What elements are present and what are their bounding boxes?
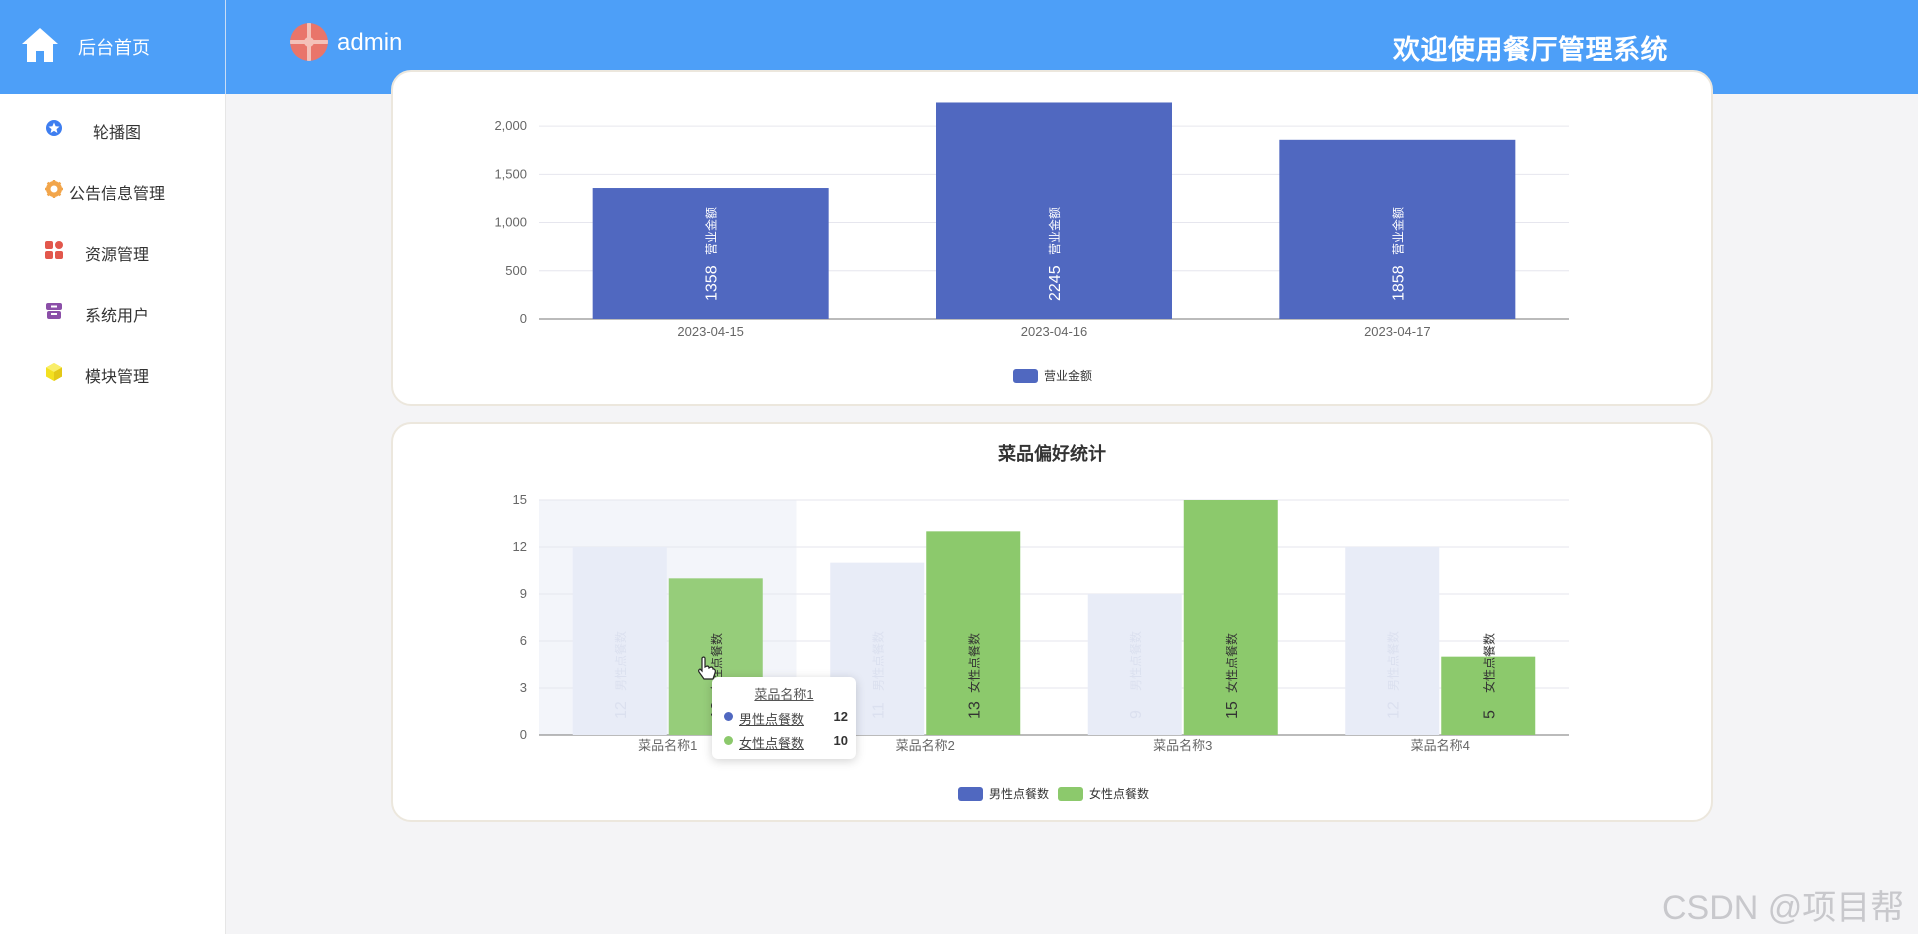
y-tick-label: 0 (520, 311, 527, 326)
x-tick-label: 2023-04-16 (1021, 324, 1088, 339)
x-tick-label: 2023-04-15 (677, 324, 744, 339)
sidebar-item-label: 模块管理 (85, 369, 150, 386)
y-tick-label: 3 (520, 680, 527, 695)
home-icon (22, 28, 58, 62)
avatar[interactable] (290, 23, 328, 61)
y-tick-label: 500 (505, 263, 527, 278)
bar-series-label: 女性点餐数 (1481, 633, 1496, 693)
home-link[interactable]: 后台首页 (0, 0, 226, 94)
sidebar-item-resources[interactable]: 资源管理 (0, 231, 225, 271)
chart-tooltip: 菜品名称1 男性点餐数 12 女性点餐数 10 (712, 677, 856, 759)
y-tick-label: 1,500 (494, 166, 527, 181)
bar-label-group: 1358 营业金额 (704, 207, 721, 301)
x-tick-label: 菜品名称3 (1153, 738, 1212, 753)
legend-label: 女性点餐数 (1089, 786, 1149, 801)
bar-value-label: 11 (870, 702, 887, 719)
y-tick-label: 6 (520, 633, 527, 648)
legend-swatch (1013, 369, 1038, 383)
bar-label-group: 13 女性点餐数 (966, 633, 983, 719)
star-badge-icon (46, 120, 62, 136)
x-tick-label: 菜品名称4 (1411, 738, 1470, 753)
tooltip-series-value: 10 (833, 733, 848, 748)
y-tick-label: 1,000 (494, 215, 527, 230)
bar-value-label: 5 (1481, 710, 1498, 719)
bar-series-label: 女性点餐数 (1224, 633, 1239, 693)
legend-label: 男性点餐数 (989, 786, 1049, 801)
legend-swatch (1058, 787, 1083, 801)
y-tick-label: 15 (513, 492, 527, 507)
y-tick-label: 0 (520, 727, 527, 742)
y-tick-label: 2,000 (494, 118, 527, 133)
chart-title: 菜品偏好统计 (997, 443, 1106, 464)
bar-series-label: 男性点餐数 (613, 631, 628, 691)
username[interactable]: admin (337, 29, 402, 57)
grid-icon (45, 241, 63, 259)
watermark: CSDN @项目帮 (1662, 889, 1905, 927)
sidebar-item-label: 系统用户 (85, 308, 150, 325)
x-tick-label: 菜品名称2 (896, 738, 955, 753)
bar-value-label: 1358 (704, 265, 721, 301)
x-tick-label: 2023-04-17 (1364, 324, 1431, 339)
sidebar-item-modules[interactable]: 模块管理 (0, 353, 225, 393)
dish-preference-bar-chart: 菜品偏好统计0369121512男性点餐数10女性点餐数菜品名称111男性点餐数… (513, 443, 1569, 801)
tooltip-series-value: 12 (833, 709, 848, 724)
dish-preference-chart-card: 菜品偏好统计0369121512男性点餐数10女性点餐数菜品名称111男性点餐数… (391, 422, 1713, 822)
bar-value-label: 9 (1128, 710, 1145, 719)
female-orders-bar (1183, 500, 1278, 735)
sidebar-item-label: 资源管理 (85, 247, 150, 264)
sidebar-item-label: 公告信息管理 (69, 186, 166, 203)
bar-value-label: 1858 (1390, 265, 1407, 301)
sidebar-item-users[interactable]: 系统用户 (0, 292, 225, 332)
bar-value-label: 12 (1385, 701, 1402, 719)
tooltip-row: 男性点餐数 12 (724, 707, 848, 727)
bar-label-group: 2245 营业金额 (1047, 207, 1064, 301)
bar-value-label: 2245 (1047, 265, 1064, 301)
bar-label-group: 15 女性点餐数 (1224, 633, 1241, 719)
revenue-bar-chart: 0 500 1,000 1,500 2,000 2023-04-15 1358 营业金额 202… (494, 102, 1569, 383)
series-dot-icon (724, 712, 733, 721)
avatar-icon (290, 23, 328, 61)
sidebar-item-carousel[interactable]: 轮播图 (0, 109, 225, 149)
tooltip-series-name: 男性点餐数 (739, 712, 805, 727)
cube-icon (46, 363, 62, 381)
revenue-chart-card: 0 500 1,000 1,500 2,000 2023-04-15 1358 营业金额 202… (391, 70, 1713, 406)
archive-icon (46, 303, 62, 319)
bar-value-label: 15 (1224, 701, 1241, 719)
y-tick-label: 9 (520, 586, 527, 601)
series-dot-icon (724, 736, 733, 745)
sidebar-item-label: 轮播图 (93, 125, 142, 142)
tooltip-title: 菜品名称1 (754, 687, 814, 702)
sidebar-item-notice[interactable]: 公告信息管理 (0, 170, 225, 210)
x-tick-label: 菜品名称1 (638, 738, 697, 753)
bar-series-label: 女性点餐数 (966, 633, 981, 693)
y-tick-label: 12 (513, 539, 527, 554)
legend-label: 营业金额 (1044, 368, 1092, 383)
bar-value-label: 12 (613, 701, 630, 719)
bar-series-label: 营业金额 (704, 207, 719, 255)
tooltip-series-name: 女性点餐数 (739, 736, 805, 751)
home-label: 后台首页 (78, 38, 150, 58)
bar-series-label: 营业金额 (1390, 207, 1405, 255)
hand-cursor-icon (698, 656, 716, 680)
gear-badge-icon (45, 180, 63, 198)
sidebar: 轮播图 公告信息管理 资源管理 系统用户 模块管理 (0, 94, 226, 934)
page-title: 欢迎使用餐厅管理系统 (1393, 35, 1668, 65)
bar-series-label: 营业金额 (1047, 207, 1062, 255)
bar-series-label: 男性点餐数 (1385, 631, 1400, 691)
bar-series-label: 男性点餐数 (870, 631, 885, 691)
bar-label-group: 11 男性点餐数 (870, 631, 887, 719)
bar-label-group: 12 男性点餐数 (613, 631, 630, 719)
bar-value-label: 13 (966, 701, 983, 719)
bar-series-label: 男性点餐数 (1128, 631, 1143, 691)
legend-swatch (958, 787, 983, 801)
tooltip-row: 女性点餐数 10 (724, 731, 848, 751)
bar-label-group: 1858 营业金额 (1390, 207, 1407, 301)
bar-label-group: 12 男性点餐数 (1385, 631, 1402, 719)
